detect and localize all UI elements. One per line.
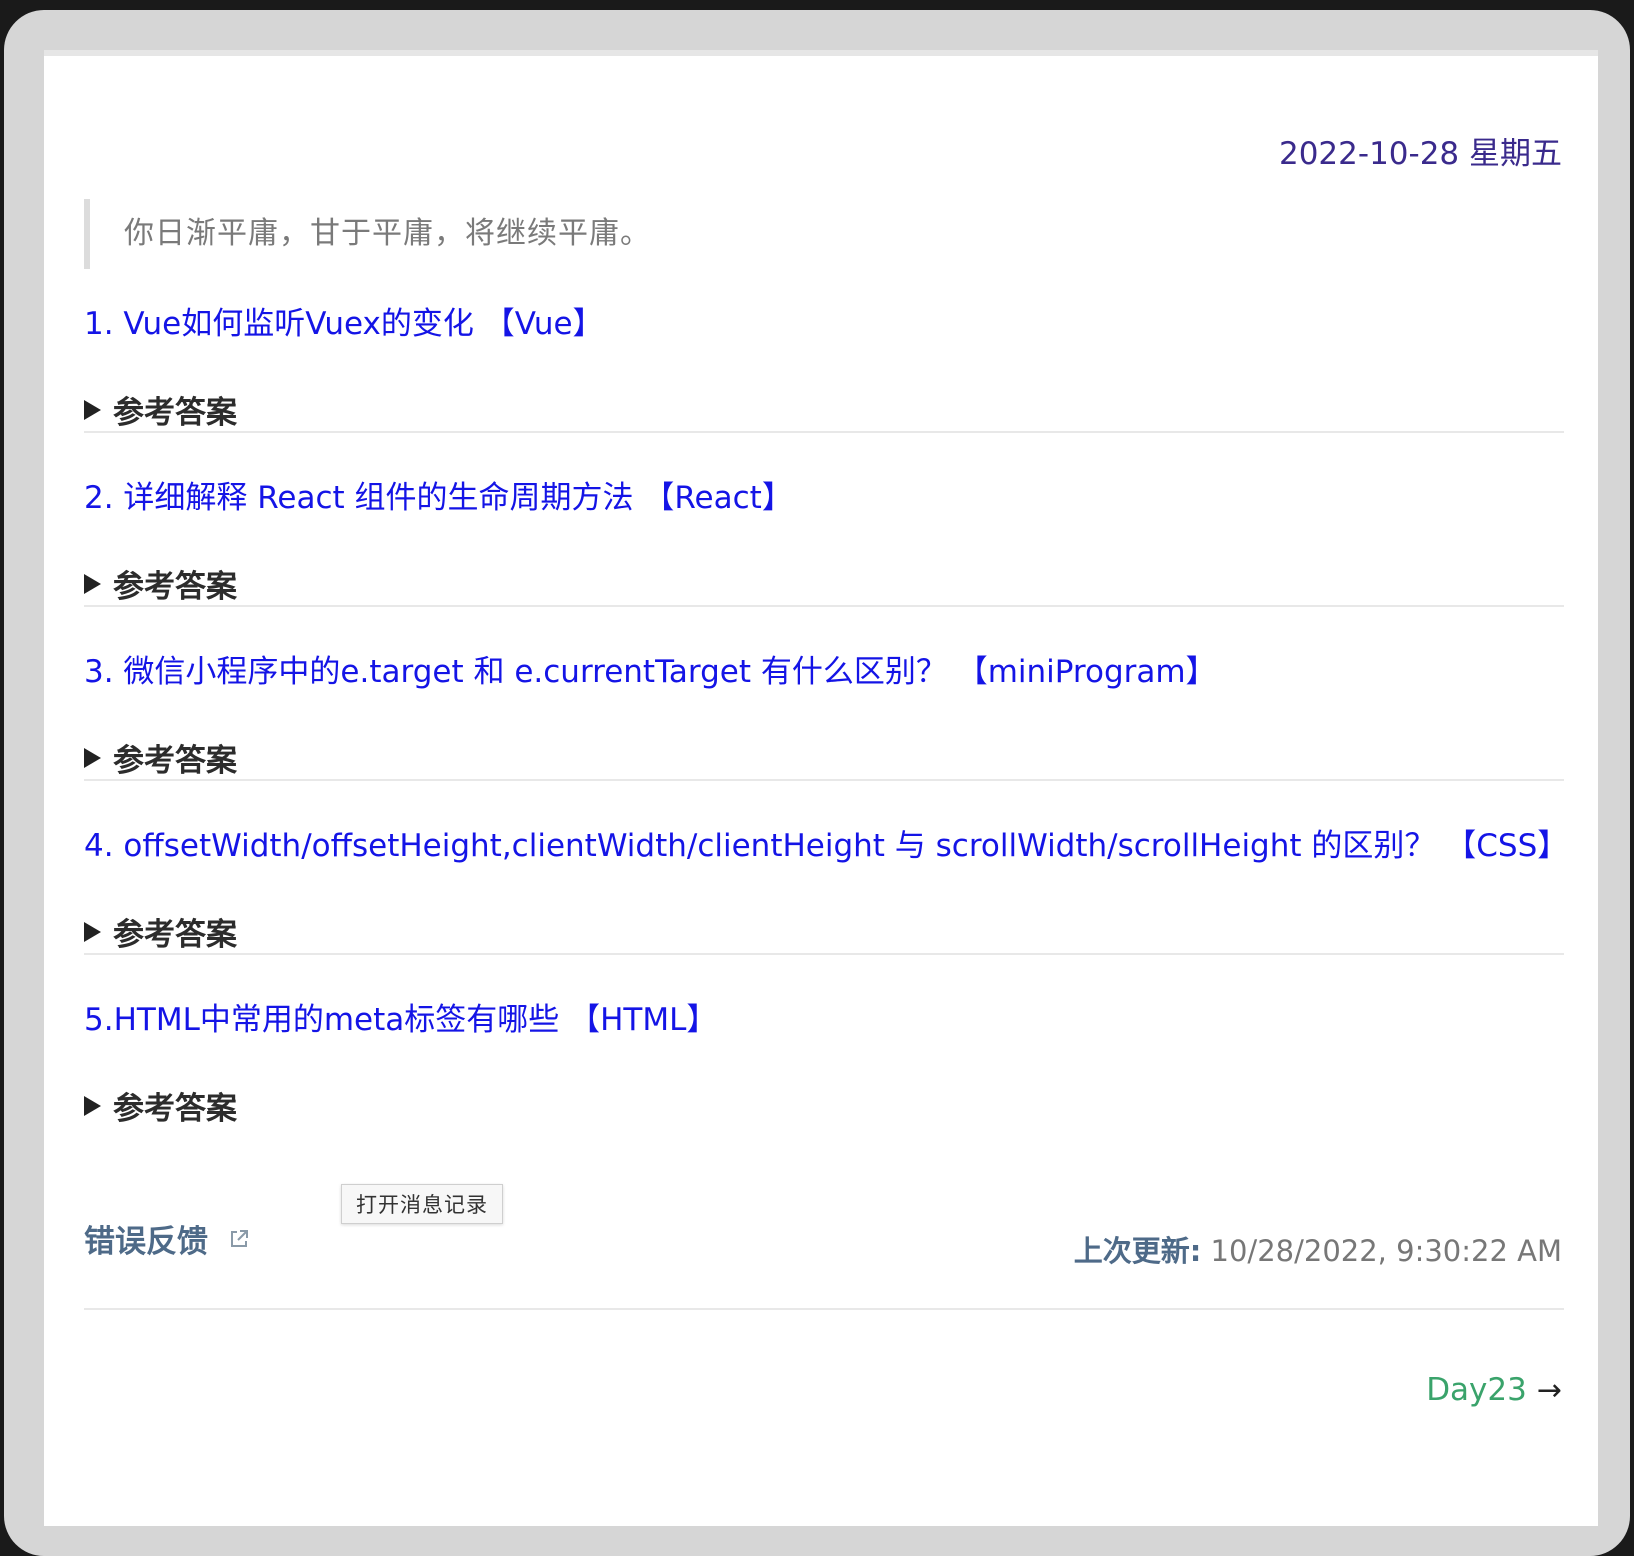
answer-label: 参考答案 (113, 1091, 237, 1127)
question-item: 1. Vue如何监听Vuex的变化 【Vue】 参考答案 (84, 298, 1564, 432)
tooltip: 打开消息记录 (341, 1184, 503, 1224)
answer-label: 参考答案 (113, 917, 237, 953)
browser-window: 2022-10-28 星期五 你日渐平庸，甘于平庸，将继续平庸。 1. Vue如… (4, 10, 1630, 1556)
last-updated-label: 上次更新: (1073, 1234, 1202, 1268)
external-link-icon (231, 1229, 248, 1247)
question-link-4[interactable]: 4. offsetWidth/offsetHeight,clientWidth/… (84, 820, 1568, 865)
answer-label: 参考答案 (113, 395, 237, 431)
page-date: 2022-10-28 星期五 (1278, 136, 1562, 172)
divider (84, 779, 1564, 781)
divider (84, 953, 1564, 955)
question-item: 5.HTML中常用的meta标签有哪些 【HTML】 参考答案 (84, 994, 1564, 1128)
answer-label: 参考答案 (113, 743, 237, 779)
quote-block: 你日渐平庸，甘于平庸，将继续平庸。 (84, 199, 651, 269)
answer-toggle-5[interactable]: 参考答案 (84, 1083, 1564, 1128)
screen-frame: 2022-10-28 星期五 你日渐平庸，甘于平庸，将继续平庸。 1. Vue如… (0, 0, 1634, 1556)
footer-divider (84, 1308, 1564, 1310)
feedback-label: 错误反馈 (84, 1224, 208, 1260)
answer-toggle-2[interactable]: 参考答案 (84, 561, 1564, 606)
question-item: 3. 微信小程序中的e.target 和 e.currentTarget 有什么… (84, 646, 1564, 780)
answer-toggle-1[interactable]: 参考答案 (84, 387, 1564, 432)
question-link-1[interactable]: 1. Vue如何监听Vuex的变化 【Vue】 (84, 298, 1564, 343)
question-link-2[interactable]: 2. 详细解释 React 组件的生命周期方法 【React】 (84, 472, 1564, 517)
answer-toggle-4[interactable]: 参考答案 (84, 909, 1564, 954)
disclosure-triangle-icon (84, 399, 101, 420)
disclosure-triangle-icon (84, 747, 101, 768)
disclosure-triangle-icon (84, 921, 101, 942)
question-link-5[interactable]: 5.HTML中常用的meta标签有哪些 【HTML】 (84, 994, 1564, 1039)
question-item: 4. offsetWidth/offsetHeight,clientWidth/… (84, 820, 1568, 954)
next-page-link[interactable]: Day23 → (1426, 1372, 1562, 1408)
page-content: 2022-10-28 星期五 你日渐平庸，甘于平庸，将继续平庸。 1. Vue如… (44, 50, 1598, 1526)
disclosure-triangle-icon (84, 1095, 101, 1116)
divider (84, 431, 1564, 433)
disclosure-triangle-icon (84, 573, 101, 594)
last-updated-value: 10/28/2022, 9:30:22 AM (1201, 1234, 1562, 1268)
question-item: 2. 详细解释 React 组件的生命周期方法 【React】 参考答案 (84, 472, 1564, 606)
divider (84, 605, 1564, 607)
answer-toggle-3[interactable]: 参考答案 (84, 735, 1564, 780)
question-link-3[interactable]: 3. 微信小程序中的e.target 和 e.currentTarget 有什么… (84, 646, 1564, 691)
next-page-label: Day23 (1426, 1372, 1527, 1408)
arrow-right-icon: → (1536, 1372, 1562, 1408)
last-updated: 上次更新: 10/28/2022, 9:30:22 AM (1074, 1228, 1562, 1270)
answer-label: 参考答案 (113, 569, 237, 605)
feedback-link[interactable]: 错误反馈 (84, 1216, 250, 1261)
